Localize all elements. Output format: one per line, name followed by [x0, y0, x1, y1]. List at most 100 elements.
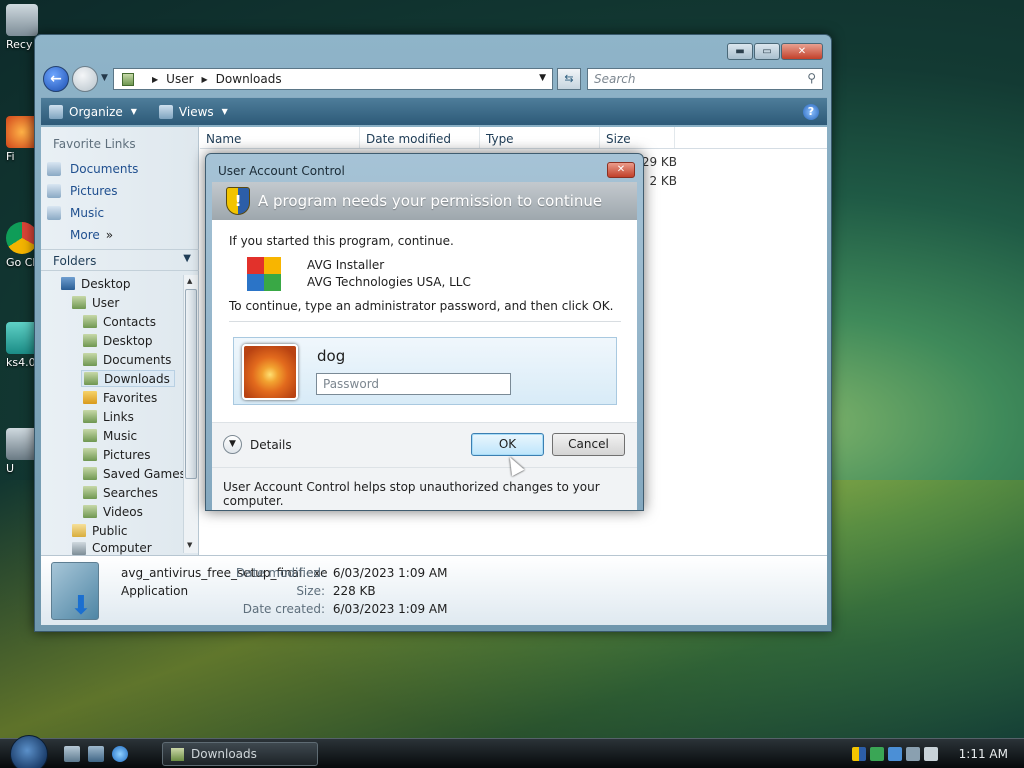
tree-label: Links [103, 409, 134, 424]
details-toggle[interactable]: ▼ Details [223, 435, 292, 454]
column-name[interactable]: Name [200, 127, 360, 148]
label: Size: [296, 584, 325, 598]
column-size[interactable]: Size [600, 127, 675, 148]
banner-message: A program needs your permission to conti… [258, 192, 603, 210]
folders-title: Folders [53, 254, 97, 268]
folder-icon [83, 353, 97, 366]
folder-icon [83, 467, 97, 480]
tree-item-desktop[interactable]: Desktop [61, 275, 131, 292]
tree-label: Public [92, 523, 128, 538]
column-type[interactable]: Type [480, 127, 600, 148]
shield-icon[interactable] [852, 747, 866, 761]
chevron-right-icon[interactable]: ▶ [152, 75, 158, 84]
tree-item-computer[interactable]: Computer [72, 541, 152, 555]
command-toolbar: Organize ▼ Views ▼ ? [41, 97, 827, 125]
password-field[interactable]: Password [316, 373, 511, 395]
tree-scrollbar[interactable]: ▲ ▼ [183, 275, 198, 553]
details-pane: ⬇ avg_antivirus_free_setup_final.exe App… [41, 555, 827, 625]
switch-windows-icon[interactable] [88, 746, 104, 762]
address-bar[interactable]: ▶ User ▶ Downloads ▼ [113, 68, 553, 90]
back-button[interactable]: ← [43, 66, 69, 92]
internet-explorer-icon[interactable] [112, 746, 128, 762]
folders-header[interactable]: Folders ▼ [41, 249, 199, 271]
views-icon [158, 104, 173, 119]
details-date-created: Date created: 6/03/2023 1:09 AM [235, 602, 448, 616]
avg-tray-icon[interactable] [870, 747, 884, 761]
tree-label: Music [103, 428, 138, 443]
tree-label: Contacts [103, 314, 156, 329]
favorite-label: Music [70, 206, 105, 220]
volume-muted-icon[interactable] [924, 747, 938, 761]
tree-label: Videos [103, 504, 143, 519]
dialog-body: If you started this program, continue. A… [212, 220, 637, 510]
folder-icon [171, 747, 184, 761]
views-button[interactable]: Views ▼ [158, 104, 228, 119]
search-icon[interactable]: ⚲ [807, 71, 816, 85]
monitor-icon[interactable] [906, 747, 920, 761]
permission-banner: ! A program needs your permission to con… [212, 182, 637, 220]
tree-item-videos[interactable]: Videos [83, 503, 143, 520]
chevron-up-icon[interactable]: ▲ [187, 277, 192, 285]
organize-button[interactable]: Organize ▼ [49, 104, 137, 119]
tree-item-user[interactable]: User [72, 294, 119, 311]
help-icon[interactable]: ? [803, 104, 819, 120]
chevron-right-icon[interactable]: ▶ [202, 75, 208, 84]
minimize-button[interactable]: ▬ [727, 43, 753, 60]
column-headers: Name Date modified Type Size [200, 127, 827, 149]
chevron-down-icon[interactable]: ▼ [187, 541, 192, 549]
breadcrumb-user[interactable]: User [166, 72, 193, 86]
column-date-modified[interactable]: Date modified [360, 127, 480, 148]
refresh-button[interactable]: ⇆ [557, 68, 581, 90]
tree-item-public[interactable]: Public [72, 522, 128, 539]
tree-label: User [92, 295, 120, 310]
start-button[interactable] [10, 735, 48, 768]
username: dog [317, 347, 346, 365]
tree-label: Desktop [81, 276, 131, 291]
ok-button[interactable]: OK [471, 433, 544, 456]
file-size: 29 KB [641, 155, 677, 169]
favorite-more[interactable]: More » [70, 228, 113, 242]
desktop-icon-label: Recy [6, 38, 33, 51]
tree-item-music[interactable]: Music [83, 427, 137, 444]
forward-button[interactable] [72, 66, 98, 92]
favorite-documents[interactable]: Documents [47, 162, 138, 176]
tree-item-favorites[interactable]: Favorites [83, 389, 157, 406]
instruction-text: To continue, type an administrator passw… [229, 299, 614, 313]
tree-item-downloads[interactable]: Downloads [81, 370, 175, 387]
label: Date modified: [235, 566, 325, 580]
navigation-pane: Favorite Links Documents Pictures Music … [41, 127, 199, 555]
search-input[interactable]: Search ⚲ [587, 68, 823, 90]
close-button[interactable]: ✕ [607, 162, 635, 178]
details-label: Details [250, 437, 292, 452]
clock[interactable]: 1:11 AM [959, 747, 1008, 761]
taskbar-button-downloads[interactable]: Downloads [162, 742, 318, 766]
music-icon [47, 206, 61, 220]
value: 6/03/2023 1:09 AM [332, 602, 448, 616]
double-chevron-right-icon: » [105, 228, 114, 242]
folder-icon [83, 505, 97, 518]
tree-item-saved-games[interactable]: Saved Games [83, 465, 186, 482]
divider [229, 321, 621, 322]
window-controls: ▬ ▭ ✕ [727, 43, 823, 60]
maximize-button[interactable]: ▭ [754, 43, 780, 60]
tree-label: Pictures [103, 447, 151, 462]
favorite-pictures[interactable]: Pictures [47, 184, 118, 198]
cancel-button[interactable]: Cancel [552, 433, 625, 456]
credential-tile[interactable]: dog Password [233, 337, 617, 405]
scrollbar-thumb[interactable] [185, 289, 197, 479]
tree-item-documents[interactable]: Documents [83, 351, 171, 368]
tree-item-links[interactable]: Links [83, 408, 134, 425]
address-dropdown-icon[interactable]: ▼ [539, 73, 546, 83]
details-size: Size: 228 KB [235, 584, 375, 598]
show-desktop-icon[interactable] [64, 746, 80, 762]
favorite-links-title: Favorite Links [53, 137, 136, 151]
favorite-music[interactable]: Music [47, 206, 104, 220]
close-button[interactable]: ✕ [781, 43, 823, 60]
tree-item-pictures[interactable]: Pictures [83, 446, 151, 463]
tree-item-desktop-sub[interactable]: Desktop [83, 332, 153, 349]
tree-item-contacts[interactable]: Contacts [83, 313, 156, 330]
network-icon[interactable] [888, 747, 902, 761]
tree-item-searches[interactable]: Searches [83, 484, 158, 501]
breadcrumb-downloads[interactable]: Downloads [216, 72, 282, 86]
recent-pages-dropdown[interactable]: ▼ [101, 73, 108, 83]
